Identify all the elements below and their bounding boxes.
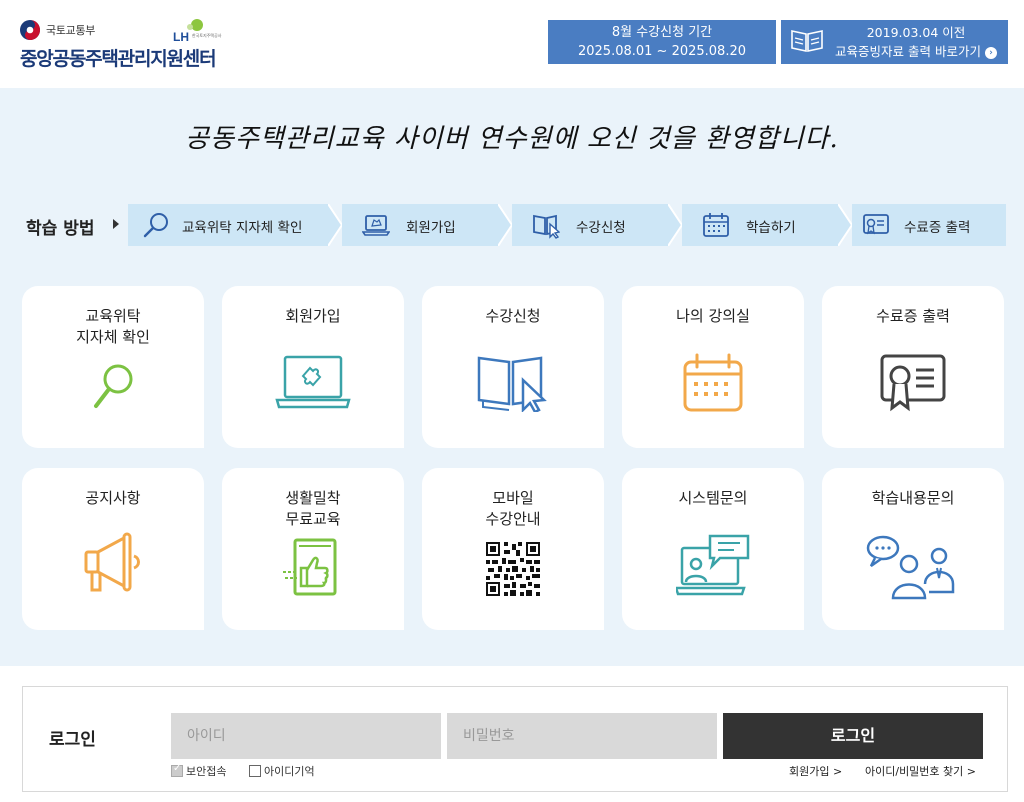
card-title: 공지사항 bbox=[85, 489, 141, 507]
step-sign-up[interactable]: 회원가입 bbox=[342, 204, 498, 246]
triangle-right-icon bbox=[113, 219, 119, 229]
banner-title: 8월 수강신청 기간 bbox=[611, 25, 713, 40]
calendar-icon bbox=[683, 353, 743, 412]
login-button[interactable]: 로그인 bbox=[723, 713, 983, 759]
card-free-education[interactable]: 생활밀착 무료교육 bbox=[222, 468, 404, 630]
secure-connection-label: 보안접속 bbox=[186, 765, 227, 778]
step-course-registration[interactable]: 수강신청 bbox=[512, 204, 668, 246]
qr-code-icon[interactable] bbox=[486, 542, 540, 596]
checkbox-icon bbox=[249, 765, 261, 777]
card-course-registration[interactable]: 수강신청 bbox=[422, 286, 604, 448]
step-label: 수강신청 bbox=[576, 220, 626, 236]
thumbs-up-book-icon bbox=[283, 538, 337, 596]
sign-up-link[interactable]: 회원가입 > bbox=[789, 763, 842, 779]
open-book-icon bbox=[791, 30, 823, 52]
card-title: 학습내용문의 bbox=[871, 489, 955, 507]
main-section: 공동주택관리교육 사이버 연수원에 오신 것을 환영합니다. 학습 방법 교육위… bbox=[0, 88, 1024, 666]
search-icon bbox=[143, 213, 168, 238]
card-title: 생활밀착 무료교육 bbox=[285, 489, 341, 528]
card-notice[interactable]: 공지사항 bbox=[22, 468, 204, 630]
card-title: 교육위탁 지자체 확인 bbox=[76, 307, 150, 346]
step-separator bbox=[498, 204, 512, 246]
card-system-inquiry[interactable]: 시스템문의 bbox=[622, 468, 804, 630]
login-title: 로그인 bbox=[49, 730, 96, 750]
taegeuk-emblem-icon bbox=[20, 20, 40, 40]
people-chat-icon bbox=[866, 535, 955, 600]
search-icon bbox=[94, 364, 133, 408]
card-sign-up[interactable]: 회원가입 bbox=[222, 286, 404, 448]
laptop-icon bbox=[362, 215, 390, 236]
chevron-right-icon: › bbox=[984, 46, 997, 59]
card-title: 회원가입 bbox=[285, 307, 341, 325]
welcome-message: 공동주택관리교육 사이버 연수원에 오신 것을 환영합니다. bbox=[185, 124, 839, 154]
card-learning-inquiry[interactable]: 학습내용문의 bbox=[822, 468, 1004, 630]
steps-title: 학습 방법 bbox=[26, 219, 95, 239]
learning-steps: 교육위탁 지자체 확인 회원가입 수강신청 학습하기 수료증 출력 bbox=[128, 204, 1006, 246]
computer-chat-icon bbox=[676, 534, 750, 596]
certificate-print-banner[interactable]: 2019.03.04 이전 교육증빙자료 출력 바로가기 › bbox=[781, 20, 1008, 64]
step-label: 수료증 출력 bbox=[904, 220, 971, 236]
card-certificate-print[interactable]: 수료증 출력 bbox=[822, 286, 1004, 448]
login-box: 로그인 로그인 보안접속 아이디기억 회원가입 > 아이디/비밀번호 찾기 > bbox=[22, 686, 1008, 792]
banner-dates: 2025.08.01 ~ 2025.08.20 bbox=[577, 44, 747, 59]
card-my-classroom[interactable]: 나의 강의실 bbox=[622, 286, 804, 448]
checkbox-checked-icon bbox=[171, 763, 183, 777]
banner-link-text: 교육증빙자료 출력 바로가기 bbox=[835, 44, 981, 59]
card-title: 시스템문의 bbox=[678, 489, 748, 507]
card-mobile-guide[interactable]: 모바일 수강안내 bbox=[422, 468, 604, 630]
find-account-link[interactable]: 아이디/비밀번호 찾기 > bbox=[865, 763, 976, 779]
step-label: 회원가입 bbox=[406, 220, 456, 236]
step-separator bbox=[328, 204, 342, 246]
remember-id-label: 아이디기억 bbox=[264, 765, 315, 778]
book-cursor-icon bbox=[477, 356, 547, 412]
step-label: 학습하기 bbox=[746, 220, 796, 236]
card-title: 수료증 출력 bbox=[876, 307, 950, 325]
book-cursor-icon bbox=[533, 214, 560, 239]
step-study[interactable]: 학습하기 bbox=[682, 204, 838, 246]
step-label: 교육위탁 지자체 확인 bbox=[182, 220, 303, 236]
certificate-icon bbox=[880, 354, 946, 412]
card-institution-check[interactable]: 교육위탁 지자체 확인 bbox=[22, 286, 204, 448]
banner-date: 2019.03.04 이전 bbox=[866, 25, 966, 40]
header: 국토교통부 LH 한국토지주택공사 중앙공동주택관리지원센터 8월 수강신청 기… bbox=[0, 0, 1024, 88]
card-title: 모바일 수강안내 bbox=[485, 489, 541, 528]
secure-connection-checkbox[interactable]: 보안접속 bbox=[171, 763, 226, 779]
ministry-name: 국토교통부 bbox=[46, 24, 96, 37]
step-separator bbox=[668, 204, 682, 246]
step-certificate-print[interactable]: 수료증 출력 bbox=[852, 204, 1006, 246]
calendar-icon bbox=[703, 213, 729, 237]
lh-subtitle: 한국토지주택공사 bbox=[192, 33, 222, 38]
site-logo[interactable]: 국토교통부 LH 한국토지주택공사 중앙공동주택관리지원센터 bbox=[20, 18, 240, 73]
username-input[interactable] bbox=[171, 713, 441, 759]
center-name: 중앙공동주택관리지원센터 bbox=[20, 48, 217, 70]
card-title: 수강신청 bbox=[485, 307, 541, 325]
lh-name: LH bbox=[173, 30, 189, 44]
card-title: 나의 강의실 bbox=[676, 307, 750, 325]
password-input[interactable] bbox=[447, 713, 717, 759]
certificate-icon bbox=[863, 214, 889, 235]
step-separator bbox=[838, 204, 852, 246]
step-institution-check[interactable]: 교육위탁 지자체 확인 bbox=[128, 204, 328, 246]
remember-id-checkbox[interactable]: 아이디기억 bbox=[249, 763, 315, 779]
enrollment-period-banner[interactable]: 8월 수강신청 기간 2025.08.01 ~ 2025.08.20 bbox=[548, 20, 776, 64]
megaphone-icon bbox=[84, 532, 140, 592]
laptop-puzzle-icon bbox=[275, 355, 351, 409]
